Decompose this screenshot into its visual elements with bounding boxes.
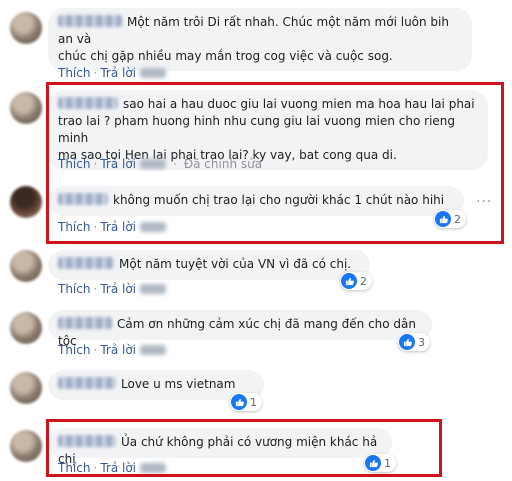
comment-bubble: Một năm trôi Di rất nhah. Chúc một năm m… bbox=[48, 8, 472, 71]
comment-text: Một năm tuyệt vời của VN vì đã có chị. bbox=[119, 257, 352, 271]
highlight-box bbox=[46, 82, 504, 244]
reaction-count[interactable]: 2 bbox=[340, 272, 372, 290]
avatar[interactable] bbox=[10, 12, 42, 44]
reply-link[interactable]: Trả lời bbox=[100, 66, 136, 80]
reply-link[interactable]: Trả lời bbox=[100, 282, 136, 296]
avatar[interactable] bbox=[10, 372, 42, 404]
commenter-name[interactable] bbox=[58, 377, 116, 389]
comment-bubble: Một năm tuyệt vời của VN vì đã có chị. bbox=[48, 250, 370, 280]
commenter-name[interactable] bbox=[58, 15, 122, 27]
comment-text: chúc chị gặp nhiều may mắn trog cog việc… bbox=[58, 49, 393, 63]
timestamp[interactable] bbox=[140, 345, 166, 355]
timestamp[interactable] bbox=[140, 68, 166, 78]
like-icon bbox=[231, 394, 247, 410]
highlight-box bbox=[46, 419, 442, 477]
avatar[interactable] bbox=[10, 92, 42, 124]
avatar[interactable] bbox=[10, 312, 42, 344]
reaction-count[interactable]: 3 bbox=[398, 333, 430, 351]
avatar[interactable] bbox=[10, 250, 42, 282]
timestamp[interactable] bbox=[140, 284, 166, 294]
like-icon bbox=[399, 334, 415, 350]
comment-actions: Thích · Trả lời bbox=[58, 282, 170, 296]
like-icon bbox=[341, 273, 357, 289]
commenter-name[interactable] bbox=[58, 317, 112, 329]
commenter-name[interactable] bbox=[58, 257, 114, 269]
reaction-count[interactable]: 1 bbox=[230, 393, 262, 411]
like-link[interactable]: Thích bbox=[58, 66, 90, 80]
comment-actions: Thích · Trả lời bbox=[58, 66, 170, 80]
avatar[interactable] bbox=[10, 186, 42, 218]
like-link[interactable]: Thích bbox=[58, 343, 90, 357]
comment-actions: Thích · Trả lời bbox=[58, 343, 170, 357]
comment-text: Love u ms vietnam bbox=[121, 377, 236, 391]
reply-link[interactable]: Trả lời bbox=[100, 343, 136, 357]
avatar[interactable] bbox=[10, 430, 42, 462]
like-link[interactable]: Thích bbox=[58, 282, 90, 296]
comment-bubble: Cảm ơn những cảm xúc chị đã mang đến cho… bbox=[48, 310, 432, 348]
